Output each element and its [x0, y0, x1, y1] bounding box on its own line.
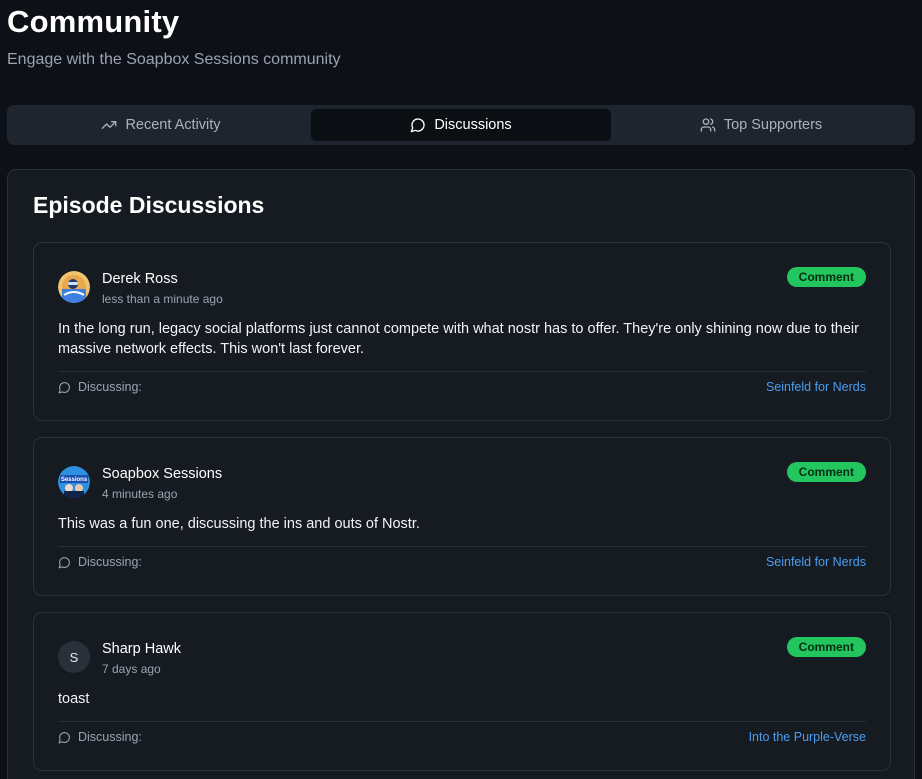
trending-up-icon: [102, 121, 117, 129]
message-circle-icon: [58, 731, 70, 743]
divider: [58, 371, 866, 372]
tab-recent-activity[interactable]: Recent Activity: [11, 109, 311, 141]
avatar-photo: [58, 271, 90, 303]
episode-link[interactable]: Seinfeld for Nerds: [766, 380, 866, 394]
divider: [58, 721, 866, 722]
divider: [58, 546, 866, 547]
comment-badge: Comment: [786, 267, 866, 287]
author-name[interactable]: Sharp Hawk: [102, 641, 181, 657]
message-circle-icon: [58, 381, 70, 393]
comment-text: toast: [58, 691, 90, 707]
discussion-card: Derek Ross less than a minute ago Commen…: [33, 242, 891, 421]
page-subtitle: Engage with the Soapbox Sessions communi…: [7, 51, 341, 68]
tab-discussions[interactable]: Discussions: [311, 109, 611, 141]
discussion-card: Sessions Soapbox Sessions 4 minutes ago …: [33, 437, 891, 596]
section-title: Episode Discussions: [33, 192, 265, 218]
avatar[interactable]: [58, 271, 90, 303]
tab-top-supporters[interactable]: Top Supporters: [611, 109, 911, 141]
avatar-logo: Sessions: [58, 466, 90, 498]
episode-link[interactable]: Seinfeld for Nerds: [766, 555, 866, 569]
avatar[interactable]: Sessions: [58, 466, 90, 498]
discussing-label: Discussing:: [78, 555, 142, 569]
timestamp: less than a minute ago: [102, 292, 223, 306]
users-icon: [700, 118, 716, 132]
comment-badge: Comment: [786, 462, 866, 482]
discussing-label: Discussing:: [78, 730, 142, 744]
discussions-panel: Episode Discussions Derek Ross less than…: [7, 169, 915, 779]
discussing-row: Discussing:: [58, 730, 142, 744]
message-circle-icon: [58, 556, 70, 568]
timestamp: 7 days ago: [102, 662, 161, 676]
page-title: Community: [7, 4, 180, 39]
discussing-row: Discussing:: [58, 380, 142, 394]
timestamp: 4 minutes ago: [102, 487, 178, 501]
tab-label: Top Supporters: [723, 117, 823, 133]
tab-label: Discussions: [434, 117, 512, 133]
tab-label: Recent Activity: [125, 117, 221, 133]
author-name[interactable]: Derek Ross: [102, 271, 178, 287]
avatar[interactable]: S: [58, 641, 90, 673]
discussing-label: Discussing:: [78, 380, 142, 394]
tab-bar: Recent Activity Discussions Top Supporte…: [7, 105, 915, 145]
message-circle-icon: [410, 118, 425, 133]
comment-text: This was a fun one, discussing the ins a…: [58, 516, 420, 532]
avatar-logo-text: Sessions: [61, 477, 88, 483]
discussion-card: S Sharp Hawk 7 days ago Comment toast Di…: [33, 612, 891, 771]
comment-text: In the long run, legacy social platforms…: [58, 321, 859, 357]
episode-link[interactable]: Into the Purple-Verse: [749, 730, 866, 744]
discussing-row: Discussing:: [58, 555, 142, 569]
comment-badge: Comment: [786, 637, 866, 657]
community-page: Community Engage with the Soapbox Sessio…: [0, 0, 922, 779]
author-name[interactable]: Soapbox Sessions: [102, 466, 222, 482]
